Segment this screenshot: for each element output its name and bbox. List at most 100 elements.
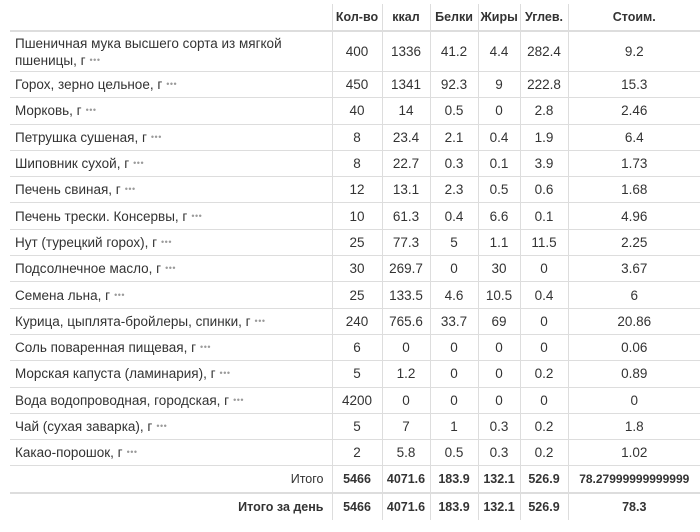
cost-cell: 1.02 [567,439,700,466]
protein-cell: 33.7 [429,307,478,335]
carbs-cell: 3.9 [519,149,568,177]
day-total-carbs: 526.9 [519,492,568,521]
ingredient-name-cell: Вода водопроводная, городская, г ••• [10,386,332,414]
kcal-cell: 77.3 [381,228,430,256]
header-quantity: Кол-во [331,4,382,32]
fat-cell: 0.1 [477,149,520,177]
more-options-icon[interactable]: ••• [166,80,177,89]
ingredient-name: Какао-порошок, г [15,445,123,461]
quantity-cell: 30 [331,255,382,282]
carbs-cell: 222.8 [519,70,568,98]
ingredient-name: Семена льна, г [15,287,111,303]
protein-cell: 0.5 [429,439,478,466]
more-options-icon[interactable]: ••• [114,290,125,300]
kcal-cell: 765.6 [381,307,430,335]
day-total-protein: 183.9 [429,492,478,521]
table-row: Печень трески. Консервы, г ••• 10 61.3 0.4 6.… [10,202,700,230]
table-row: Морковь, г ••• 40 14 0.5 0 2.8 2.46 [10,97,700,125]
table-footer: Итого 5466 4071.6 183.9 132.1 526.9 78.2… [10,465,700,521]
quantity-cell: 10 [331,202,382,230]
more-options-icon[interactable]: ••• [151,132,162,142]
cost-cell: 9.2 [567,30,700,72]
ingredient-name-cell: Морковь, г ••• [10,97,332,125]
protein-cell: 0 [429,360,478,388]
carbs-cell: 1.9 [519,123,568,151]
kcal-cell: 1336 [381,30,430,72]
cost-cell: 2.46 [567,97,700,125]
more-options-icon[interactable]: ••• [255,316,266,326]
carbs-cell: 2.8 [519,97,568,125]
ingredient-name-cell: Горох, зерно цельное, г ••• [10,70,332,98]
kcal-cell: 1341 [381,70,430,98]
more-options-icon[interactable]: ••• [233,395,244,405]
ingredient-name: Печень трески. Консервы, г [15,208,188,224]
more-options-icon[interactable]: ••• [165,264,176,273]
carbs-cell: 0 [519,255,568,282]
ingredient-name: Морская капуста (ламинария), г [15,366,216,382]
cost-cell: 0 [567,386,700,414]
day-total-fat: 132.1 [477,492,520,521]
quantity-cell: 240 [331,307,382,335]
header-carbs: Углев. [519,4,568,32]
more-options-icon[interactable]: ••• [156,422,167,431]
header-cost: Стоим. [567,4,700,32]
kcal-cell: 5.8 [381,439,430,466]
fat-cell: 0 [477,360,520,388]
cost-cell: 4.96 [567,202,700,230]
ingredient-name: Шиповник сухой, г [15,156,130,172]
more-options-icon[interactable]: ••• [191,211,202,221]
carbs-cell: 0.4 [519,281,568,309]
more-options-icon[interactable]: ••• [220,369,231,378]
table-row: Подсолнечное масло, г ••• 30 269.7 0 30 0 3.67 [10,255,700,282]
more-options-icon[interactable]: ••• [161,237,172,247]
quantity-cell: 400 [331,30,382,72]
total-label: Итого [10,465,332,494]
cost-cell: 6.4 [567,123,700,151]
ingredient-name: Пшеничная мука высшего сорта из мягкой п… [15,35,282,68]
quantity-cell: 450 [331,70,382,98]
cost-cell: 3.67 [567,255,700,282]
header-fat: Жиры [477,4,520,32]
fat-cell: 1.1 [477,228,520,256]
cost-cell: 15.3 [567,70,700,98]
kcal-cell: 22.7 [381,149,430,177]
carbs-cell: 0.6 [519,176,568,203]
kcal-cell: 14 [381,97,430,125]
nutrition-table: Кол-во ккал Белки Жиры Углев. Стоим. Пше… [10,4,700,521]
quantity-cell: 5 [331,360,382,388]
table-row: Соль поваренная пищевая, г ••• 6 0 0 0 0 0.06 [10,333,700,361]
table-row: Морская капуста (ламинария), г ••• 5 1.2 0 0 0… [10,360,700,388]
fat-cell: 0.5 [477,176,520,203]
kcal-cell: 7 [381,412,430,440]
total-row: Итого 5466 4071.6 183.9 132.1 526.9 78.2… [10,465,700,494]
carbs-cell: 0.1 [519,202,568,230]
quantity-cell: 5 [331,412,382,440]
more-options-icon[interactable]: ••• [125,185,136,194]
table-row: Петрушка сушеная, г ••• 8 23.4 2.1 0.4 1.9 6.4 [10,123,700,151]
quantity-cell: 12 [331,176,382,203]
more-options-icon[interactable]: ••• [90,55,101,65]
ingredient-name: Курица, цыплята-бройлеры, спинки, г [15,313,251,329]
kcal-cell: 23.4 [381,123,430,151]
ingredient-name: Вода водопроводная, городская, г [15,392,230,408]
fat-cell: 0.3 [477,439,520,466]
more-options-icon[interactable]: ••• [86,106,97,115]
fat-cell: 0 [477,333,520,361]
table-header: Кол-во ккал Белки Жиры Углев. Стоим. [10,4,700,32]
table-body: Пшеничная мука высшего сорта из мягкой п… [10,30,700,466]
more-options-icon[interactable]: ••• [200,343,211,352]
ingredient-name-cell: Печень трески. Консервы, г ••• [10,202,332,230]
total-quantity: 5466 [331,465,382,494]
fat-cell: 9 [477,70,520,98]
more-options-icon[interactable]: ••• [133,159,144,168]
ingredient-name: Морковь, г [15,103,82,119]
fat-cell: 0.3 [477,412,520,440]
ingredient-name: Печень свиная, г [15,182,121,198]
carbs-cell: 0.2 [519,439,568,466]
total-kcal: 4071.6 [381,465,430,494]
total-cost: 78.27999999999999 [567,465,700,494]
ingredient-name: Подсолнечное масло, г [15,261,162,277]
carbs-cell: 0 [519,386,568,414]
cost-cell: 0.06 [567,333,700,361]
more-options-icon[interactable]: ••• [127,448,138,457]
